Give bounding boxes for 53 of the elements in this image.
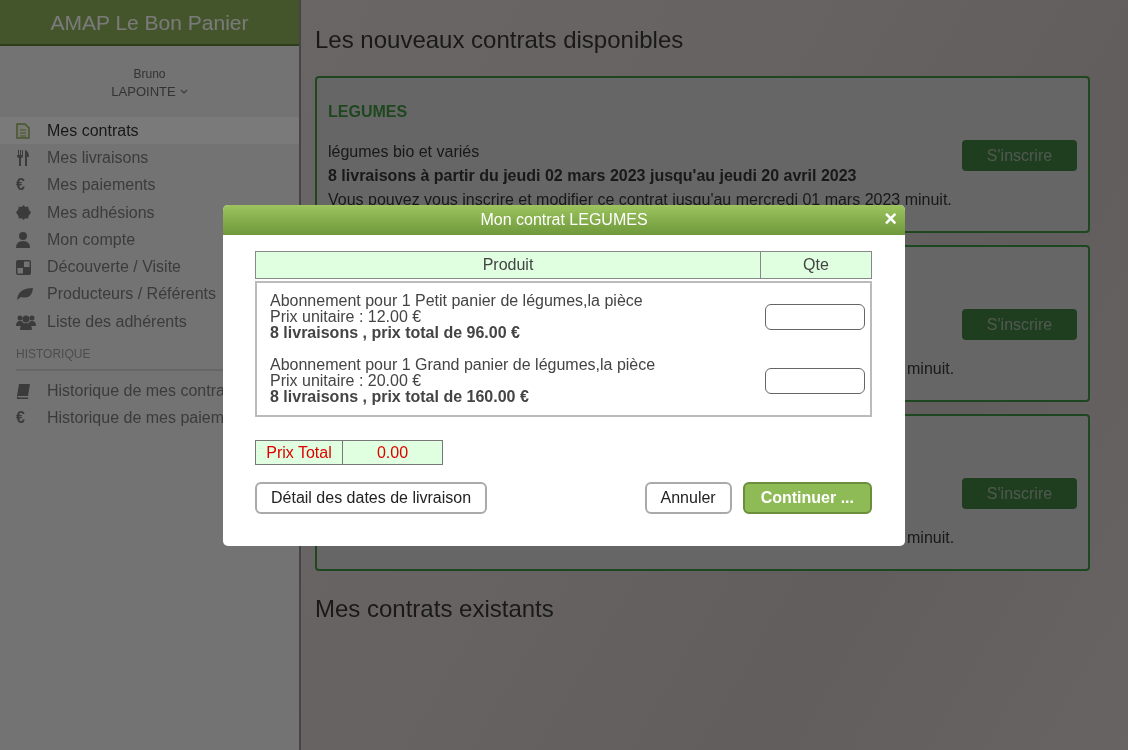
sidebar-item-label: Mes contrats: [47, 120, 139, 141]
total-label: Prix Total: [255, 440, 343, 465]
column-header: Qte: [802, 255, 830, 275]
close-button[interactable]: ×: [884, 207, 897, 231]
product-total: 8 livraisons , prix total de 96.00 €: [270, 325, 521, 341]
deadline-text: Vous pouvez vous inscrire et modifier ce contrat jusqu'au mercredi 01 mars 2023 minuit.: [328, 191, 952, 208]
section-title: Mes contrats existants: [315, 594, 555, 624]
book-icon: [16, 383, 30, 399]
product-total: 8 livraisons , prix total de 160.00 €: [270, 389, 530, 405]
sidebar-item-label: Producteurs / Référents: [47, 284, 216, 305]
user-icon: [16, 231, 30, 248]
cancel-button[interactable]: Annuler: [644, 482, 732, 514]
deadline-text: minuit.: [907, 529, 955, 546]
sidebar-item-label: Historique de mes contra: [47, 381, 225, 401]
sidebar-item-label: Liste des adhérents: [47, 311, 187, 332]
badge-icon: [16, 205, 31, 220]
user-first-name: Bruno: [132, 66, 167, 83]
sidebar-item-label: Mes livraisons: [47, 147, 149, 168]
cutlery-icon: [16, 149, 30, 166]
user-last-name: LAPOINTE: [111, 82, 176, 101]
total-value: 0.00: [343, 440, 443, 465]
caret-icon: [179, 88, 188, 95]
contract-description: légumes bio et variés: [328, 142, 481, 162]
unit-price: Prix unitaire : 20.00 €: [270, 373, 423, 389]
app-title: AMAP Le Bon Panier: [0, 0, 299, 46]
sidebar-item[interactable]: Mes contrats: [0, 117, 299, 145]
delivery-period: 8 livraisons à partir du jeudi 02 mars 2023 jusqu'au jeudi 20 avril 2023: [328, 166, 858, 186]
unit-price: Prix unitaire : 12.00 €: [270, 309, 423, 325]
continue-button[interactable]: Continuer ...: [742, 482, 872, 514]
sidebar-item-label: Mes paiements: [47, 175, 156, 196]
sidebar-item[interactable]: € Mes paiements: [0, 171, 299, 199]
sidebar-item-label: Mes adhésions: [47, 202, 155, 223]
deadline-text: minuit.: [907, 360, 955, 377]
checker-icon: [16, 259, 31, 275]
column-header: Produit: [256, 252, 761, 278]
sidebar-item[interactable]: Mes livraisons: [0, 144, 299, 172]
euro-icon: €: [16, 410, 25, 427]
euro-icon: €: [16, 177, 25, 194]
sidebar-item[interactable]: Mon compte: [0, 226, 299, 254]
leaf-icon: [16, 287, 34, 302]
page-title: Les nouveaux contrats disponibles: [315, 25, 685, 55]
quantity-field[interactable]: [765, 368, 865, 394]
dialog-title: Mon contrat LEGUMES: [480, 210, 648, 230]
users-icon: [16, 313, 36, 330]
sidebar-item-label: Mon compte: [47, 229, 136, 250]
document-icon: [16, 122, 30, 139]
sidebar-item-label: Découverte / Visite: [47, 257, 181, 278]
quantity-field[interactable]: [765, 304, 865, 330]
delivery-dates-button[interactable]: Détail des dates de livraison: [255, 482, 488, 514]
contract-name: LEGUMES: [328, 102, 409, 122]
sidebar-item-label: Historique de mes paiem: [47, 408, 224, 429]
product-name: Abonnement pour 1 Petit panier de légumes,la pièce: [270, 293, 644, 309]
sidebar-item[interactable]: Mes adhésions: [0, 198, 299, 227]
